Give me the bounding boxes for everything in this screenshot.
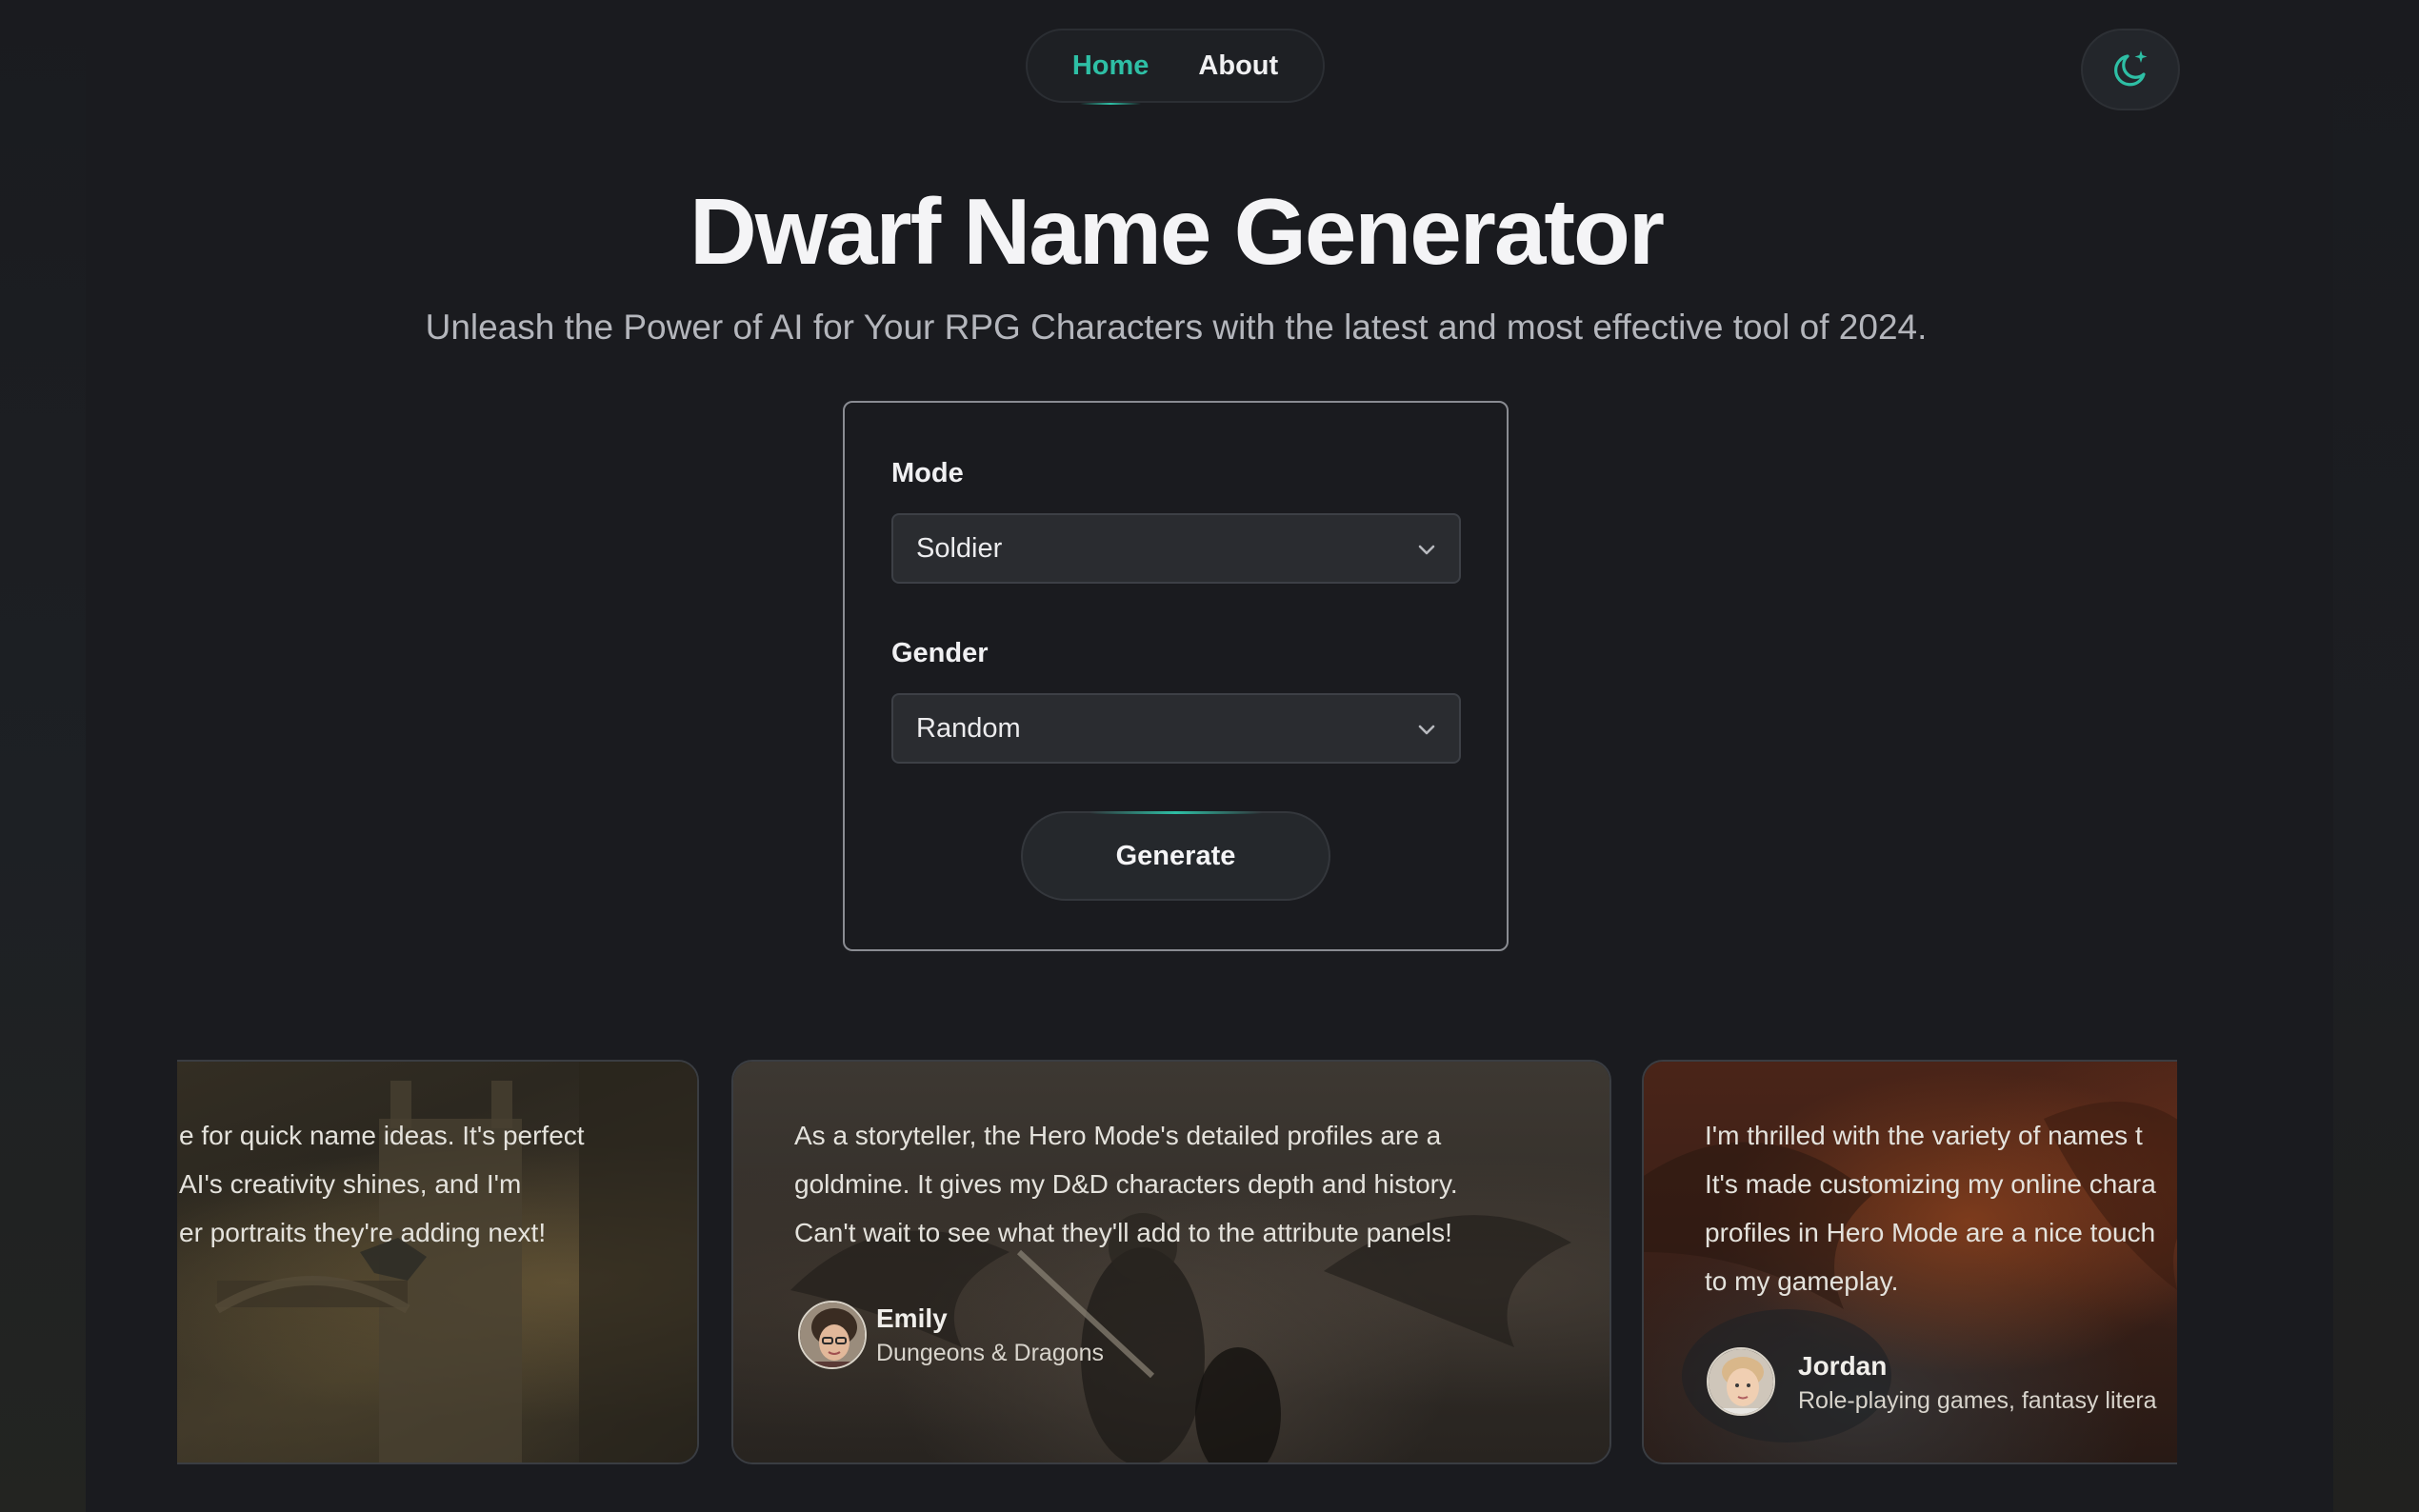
gender-label: Gender xyxy=(891,638,989,668)
mode-label: Mode xyxy=(891,458,964,488)
testimonial-quote: As a storyteller, the Hero Mode's detail… xyxy=(794,1121,1458,1247)
page-subtitle: Unleash the Power of AI for Your RPG Cha… xyxy=(425,308,1928,347)
nav-home-link[interactable]: Home xyxy=(1072,50,1149,105)
page-title: Dwarf Name Generator xyxy=(689,179,1665,284)
testimonial-author-name: Emily xyxy=(876,1303,948,1333)
testimonial-card: e for quick name ideas. It's perfect AI'… xyxy=(177,1060,699,1464)
moon-sparkle-icon xyxy=(2114,50,2148,87)
chevron-down-icon xyxy=(1418,545,1435,555)
testimonial-author-role: Dungeons & Dragons xyxy=(876,1340,1105,1366)
testimonial-quote: e for quick name ideas. It's perfect AI'… xyxy=(179,1121,585,1247)
testimonial-author-role: Role-playing games, fantasy litera xyxy=(1798,1387,2157,1414)
gender-select-value: Random xyxy=(916,712,1021,744)
nav-about-link[interactable]: About xyxy=(1198,50,1278,82)
testimonials-carousel[interactable]: e for quick name ideas. It's perfect AI'… xyxy=(177,1060,2177,1464)
avatar xyxy=(798,1301,867,1369)
avatar xyxy=(1707,1347,1775,1416)
mode-select-value: Soldier xyxy=(916,532,1003,564)
main-nav: Home About xyxy=(1026,29,1325,105)
chevron-down-icon xyxy=(1418,725,1435,735)
testimonial-quote: I'm thrilled with the variety of names t… xyxy=(1705,1121,2156,1296)
theme-toggle-button[interactable] xyxy=(2081,29,2180,110)
testimonial-card: As a storyteller, the Hero Mode's detail… xyxy=(731,1060,1611,1464)
gender-select[interactable]: Random xyxy=(891,693,1461,764)
testimonial-card: I'm thrilled with the variety of names t… xyxy=(1642,1060,2177,1464)
generator-form-card: Mode Soldier Gender Random Generate xyxy=(843,401,1509,951)
generate-button[interactable]: Generate xyxy=(1021,811,1330,901)
testimonial-author-name: Jordan xyxy=(1798,1351,1888,1381)
mode-select[interactable]: Soldier xyxy=(891,513,1461,584)
